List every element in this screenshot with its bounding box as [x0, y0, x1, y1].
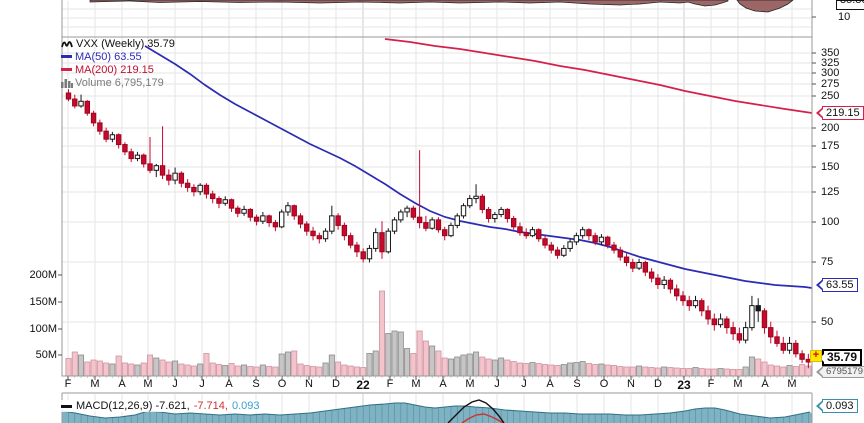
price-tick-label: 175 — [821, 140, 839, 152]
month-label[interactable]: J — [494, 378, 500, 390]
month-label[interactable]: S — [573, 378, 580, 390]
month-label[interactable]: N — [627, 378, 635, 390]
month-label[interactable]: M — [143, 378, 152, 390]
month-label[interactable]: F — [387, 378, 394, 390]
macd-name-and-value: MACD(12,26,9) -7.621, — [76, 400, 190, 412]
month-label[interactable]: S — [252, 378, 259, 390]
volume-bars-icon — [61, 78, 73, 88]
month-label[interactable]: O — [600, 378, 609, 390]
macd-line-swatch — [61, 405, 72, 408]
last-price-value: 35.79 — [827, 350, 857, 364]
legend-symbol-row: VXX (Weekly) 35.79 — [61, 37, 175, 50]
month-label[interactable]: N — [305, 378, 313, 390]
last-candle-alert-marker[interactable]: + — [810, 350, 822, 362]
price-tick-label: 275 — [821, 78, 839, 90]
month-label[interactable]: A — [546, 378, 553, 390]
ma50-label: MA(50) 63.55 — [75, 51, 142, 63]
month-label[interactable]: M — [465, 378, 474, 390]
month-label[interactable]: M — [733, 378, 742, 390]
macd-hist-value: 0.093 — [826, 400, 854, 412]
price-tick-label: 200 — [821, 122, 839, 134]
price-tick-label: 125 — [821, 186, 839, 198]
stockchart-window: VXX (Weekly) 35.79 MA(50) 63.55 MA(200) … — [0, 0, 864, 423]
chart-legend: VXX (Weekly) 35.79 MA(50) 63.55 MA(200) … — [61, 37, 175, 89]
macd-histogram-value: 0.093 — [232, 400, 260, 412]
volume-value: 6795179 — [826, 366, 863, 377]
month-label[interactable]: O — [278, 378, 287, 390]
macd-signal-value: -7.714, — [194, 400, 228, 412]
ma200-price-value: 219.15 — [826, 107, 860, 119]
price-tick-label: 100 — [821, 216, 839, 228]
price-tick-label: 75 — [821, 256, 833, 268]
macd-value-tag: 0.093 — [822, 399, 858, 413]
volume-label: Volume 6,795,179 — [75, 77, 164, 89]
volume-tick-label: 200M — [0, 269, 57, 281]
month-label[interactable]: A — [761, 378, 768, 390]
ma200-price-tag: 219.15 — [822, 106, 864, 120]
top-indicator-panel — [90, 0, 793, 12]
ma50-price-value: 63.55 — [826, 279, 854, 291]
ma200-label: MA(200) 219.15 — [75, 64, 154, 76]
macd-legend[interactable]: MACD(12,26,9) -7.621, -7.714, 0.093 — [61, 400, 264, 412]
month-label[interactable]: J — [199, 378, 205, 390]
ma50-price-tag: 63.55 — [822, 278, 858, 292]
month-label[interactable]: M — [90, 378, 99, 390]
month-label[interactable]: A — [118, 378, 125, 390]
year-label[interactable]: 22 — [356, 378, 369, 392]
candlesticks[interactable] — [66, 89, 810, 368]
volume-tick-label: 100M — [0, 323, 57, 335]
volume-tick-label: 50M — [0, 349, 57, 361]
month-label[interactable]: D — [654, 378, 662, 390]
top-panel-tick-10: 10 — [838, 11, 850, 23]
year-label[interactable]: 23 — [677, 378, 690, 392]
price-tick-label: 50 — [821, 316, 833, 328]
legend-ma50-row[interactable]: MA(50) 63.55 — [61, 50, 175, 63]
ma200-line[interactable] — [385, 39, 812, 113]
month-label[interactable]: F — [65, 378, 72, 390]
top-panel-value-tag: 35.86 — [836, 0, 864, 10]
legend-volume-row[interactable]: Volume 6,795,179 — [61, 76, 175, 89]
month-label[interactable]: J — [172, 378, 178, 390]
month-label[interactable]: M — [411, 378, 420, 390]
month-label[interactable]: D — [332, 378, 340, 390]
month-label[interactable]: M — [787, 378, 796, 390]
ma200-line-swatch — [61, 68, 72, 71]
volume-value-tag: 6795179 — [822, 366, 864, 378]
price-tick-label: 250 — [821, 90, 839, 102]
volume-tick-label: 150M — [0, 296, 57, 308]
last-price-tag: 35.79 — [822, 349, 862, 366]
ma50-line-swatch — [61, 55, 72, 58]
month-label[interactable]: A — [439, 378, 446, 390]
legend-ma200-row[interactable]: MA(200) 219.15 — [61, 63, 175, 76]
month-label[interactable]: A — [225, 378, 232, 390]
month-label[interactable]: F — [708, 378, 715, 390]
top-panel-value: 35.86 — [840, 0, 864, 6]
stockcharts-logo-icon — [61, 38, 74, 49]
month-label[interactable]: J — [521, 378, 527, 390]
price-tick-label: 150 — [821, 161, 839, 173]
symbol-title: VXX (Weekly) 35.79 — [76, 38, 175, 50]
